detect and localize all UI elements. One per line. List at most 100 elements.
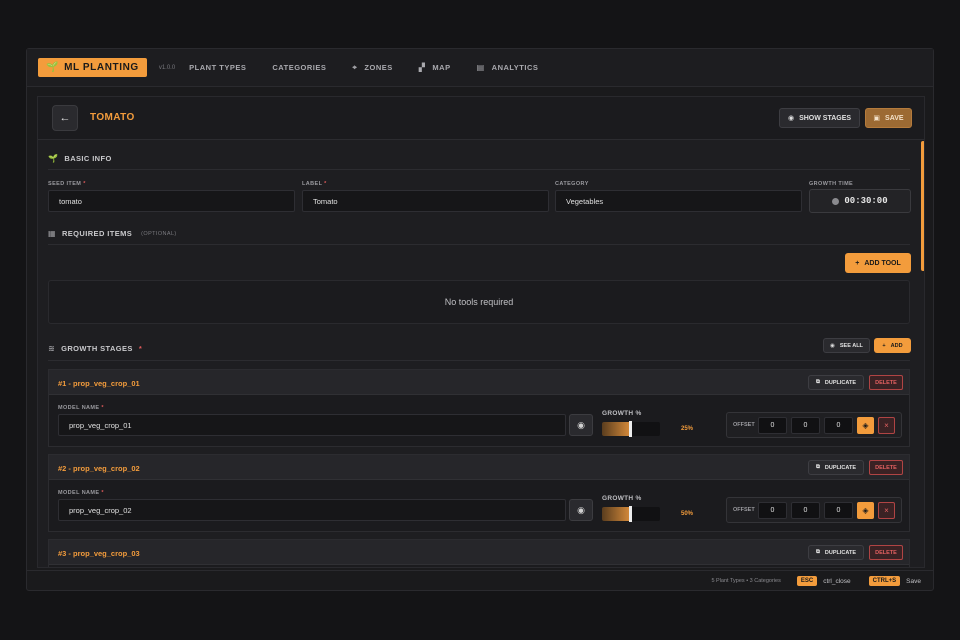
duplicate-button[interactable]: ⧉ DUPLICATE bbox=[808, 375, 864, 390]
app-logo-text: ML PLANTING bbox=[64, 62, 139, 73]
show-stages-button[interactable]: ◉ SHOW STAGES bbox=[779, 108, 860, 128]
nav-map-label: MAP bbox=[432, 63, 451, 72]
stage-card: #1 - prop_veg_crop_01 ⧉ DUPLICATE DELETE… bbox=[48, 369, 910, 447]
growth-stages-title: ≋ GROWTH STAGES * bbox=[48, 344, 142, 353]
add-stage-button[interactable]: + ADD bbox=[874, 338, 911, 353]
cube-icon[interactable]: ◈ bbox=[857, 417, 874, 434]
duplicate-button[interactable]: ⧉ DUPLICATE bbox=[808, 460, 864, 475]
growth-percent: 25% bbox=[681, 426, 694, 432]
growth-time-label: GROWTH TIME bbox=[809, 181, 854, 187]
copy-icon: ⧉ bbox=[815, 464, 820, 470]
growth-slider-thumb[interactable] bbox=[629, 506, 632, 522]
layers-icon: ≋ bbox=[48, 344, 56, 353]
divider bbox=[48, 244, 910, 245]
nav-plant-types-label: PLANT TYPES bbox=[189, 63, 247, 72]
basic-info-title-text: BASIC INFO bbox=[64, 154, 112, 163]
required-items-title-text: REQUIRED ITEMS bbox=[61, 229, 133, 238]
growth-slider-thumb[interactable] bbox=[629, 421, 632, 437]
app-logo[interactable]: 🌱 ML PLANTING bbox=[38, 58, 147, 77]
page-title: TOMATO bbox=[90, 112, 135, 123]
nav-plant-types[interactable]: PLANT TYPES bbox=[189, 63, 246, 72]
offset-x-input[interactable]: 0 bbox=[758, 417, 787, 434]
offset-label: OFFSET bbox=[733, 507, 755, 513]
add-stage-label: ADD bbox=[890, 342, 903, 349]
growth-stages-title-text: GROWTH STAGES bbox=[61, 344, 133, 353]
category-select[interactable]: Vegetables bbox=[555, 190, 802, 212]
required-items-title: ▦ REQUIRED ITEMS (OPTIONAL) bbox=[48, 229, 177, 238]
required-asterisk: * bbox=[101, 490, 104, 496]
eye-icon: ◉ bbox=[577, 504, 585, 515]
save-key-hint: Save bbox=[906, 577, 921, 585]
model-name-label-text: MODEL NAME bbox=[58, 405, 100, 411]
growth-slider[interactable] bbox=[602, 506, 660, 522]
model-name-input[interactable]: prop_veg_crop_01 bbox=[58, 414, 566, 436]
offset-z-input[interactable]: 0 bbox=[824, 417, 853, 434]
scrollbar-thumb[interactable] bbox=[921, 141, 924, 271]
offset-x-input[interactable]: 0 bbox=[758, 502, 787, 519]
zones-icon: ⌖ bbox=[352, 62, 358, 72]
growth-label: GROWTH % bbox=[602, 410, 642, 417]
sprout-icon: 🌱 bbox=[48, 154, 59, 163]
top-nav: 🌱 ML PLANTING v1.0.0 PLANT TYPES CATEGOR… bbox=[27, 49, 933, 87]
stage-title: #3 - prop_veg_crop_03 bbox=[58, 549, 140, 558]
seed-item-input[interactable]: tomato bbox=[48, 190, 295, 212]
growth-slider[interactable] bbox=[602, 421, 660, 437]
nav-categories[interactable]: CATEGORIES bbox=[272, 63, 326, 72]
offset-y-input[interactable]: 0 bbox=[791, 417, 820, 434]
required-asterisk: * bbox=[324, 181, 327, 187]
delete-button[interactable]: DELETE bbox=[869, 545, 903, 560]
footer-stats: 5 Plant Types • 3 Categories bbox=[711, 578, 781, 584]
plus-icon: + bbox=[855, 259, 860, 267]
floppy-icon: ▣ bbox=[873, 115, 881, 122]
offset-group: OFFSET 0 0 0 ◈ × bbox=[726, 497, 902, 523]
nav-map[interactable]: ▞ MAP bbox=[419, 63, 451, 72]
required-asterisk: * bbox=[138, 344, 143, 353]
offset-y-input[interactable]: 0 bbox=[791, 502, 820, 519]
back-button[interactable]: ← bbox=[52, 105, 78, 131]
app-window: 🌱 ML PLANTING v1.0.0 PLANT TYPES CATEGOR… bbox=[26, 48, 934, 591]
analytics-icon: ▤ bbox=[476, 63, 485, 72]
arrow-left-icon: ← bbox=[59, 112, 71, 124]
nav-analytics-label: ANALYTICS bbox=[491, 63, 539, 72]
save-label: SAVE bbox=[885, 114, 904, 122]
growth-percent: 50% bbox=[681, 511, 694, 517]
nav-zones[interactable]: ⌖ ZONES bbox=[352, 63, 392, 73]
cube-icon[interactable]: ◈ bbox=[857, 502, 874, 519]
optional-tag: (OPTIONAL) bbox=[141, 230, 177, 237]
plant-editor-panel: ← TOMATO ◉ SHOW STAGES ▣ SAVE 🌱 BASIC IN… bbox=[37, 96, 925, 568]
model-name-input[interactable]: prop_veg_crop_02 bbox=[58, 499, 566, 521]
save-button[interactable]: ▣ SAVE bbox=[865, 108, 912, 128]
stage-header: #3 - prop_veg_crop_03 ⧉ DUPLICATE DELETE bbox=[49, 540, 909, 565]
seed-item-label-text: SEED ITEM bbox=[48, 181, 82, 187]
editor-scroll-area[interactable]: 🌱 BASIC INFO SEED ITEM * tomato LABEL * … bbox=[38, 141, 918, 567]
stage-card: #3 - prop_veg_crop_03 ⧉ DUPLICATE DELETE bbox=[48, 539, 910, 567]
preview-model-button[interactable]: ◉ bbox=[569, 414, 593, 436]
growth-slider-fill bbox=[602, 422, 630, 436]
growth-time-input[interactable]: 00:30:00 bbox=[809, 189, 911, 213]
offset-z-input[interactable]: 0 bbox=[824, 502, 853, 519]
delete-button[interactable]: DELETE bbox=[869, 375, 903, 390]
eye-icon: ◉ bbox=[577, 419, 585, 430]
basic-info-title: 🌱 BASIC INFO bbox=[48, 154, 112, 163]
nav-categories-label: CATEGORIES bbox=[272, 63, 327, 72]
delete-button[interactable]: DELETE bbox=[869, 460, 903, 475]
growth-label: GROWTH % bbox=[602, 495, 642, 502]
required-asterisk: * bbox=[83, 181, 86, 187]
esc-key-badge: ESC bbox=[796, 576, 818, 586]
duplicate-label: DUPLICATE bbox=[824, 379, 856, 386]
model-name-label: MODEL NAME * bbox=[58, 490, 104, 496]
save-key-badge: CTRL+S bbox=[868, 576, 901, 586]
stage-card: #2 - prop_veg_crop_02 ⧉ DUPLICATE DELETE… bbox=[48, 454, 910, 532]
add-tool-button[interactable]: + ADD TOOL bbox=[845, 253, 911, 273]
see-all-button[interactable]: ◉ SEE ALL bbox=[823, 338, 870, 353]
close-icon[interactable]: × bbox=[878, 417, 895, 434]
nav-analytics[interactable]: ▤ ANALYTICS bbox=[477, 63, 539, 72]
close-icon[interactable]: × bbox=[878, 502, 895, 519]
label-input[interactable]: Tomato bbox=[302, 190, 549, 212]
label-field-label-text: LABEL bbox=[302, 181, 323, 187]
duplicate-button[interactable]: ⧉ DUPLICATE bbox=[808, 545, 864, 560]
offset-label: OFFSET bbox=[733, 422, 755, 428]
preview-model-button[interactable]: ◉ bbox=[569, 499, 593, 521]
esc-key-hint: ctrl_close bbox=[823, 577, 851, 585]
required-asterisk: * bbox=[101, 405, 104, 411]
